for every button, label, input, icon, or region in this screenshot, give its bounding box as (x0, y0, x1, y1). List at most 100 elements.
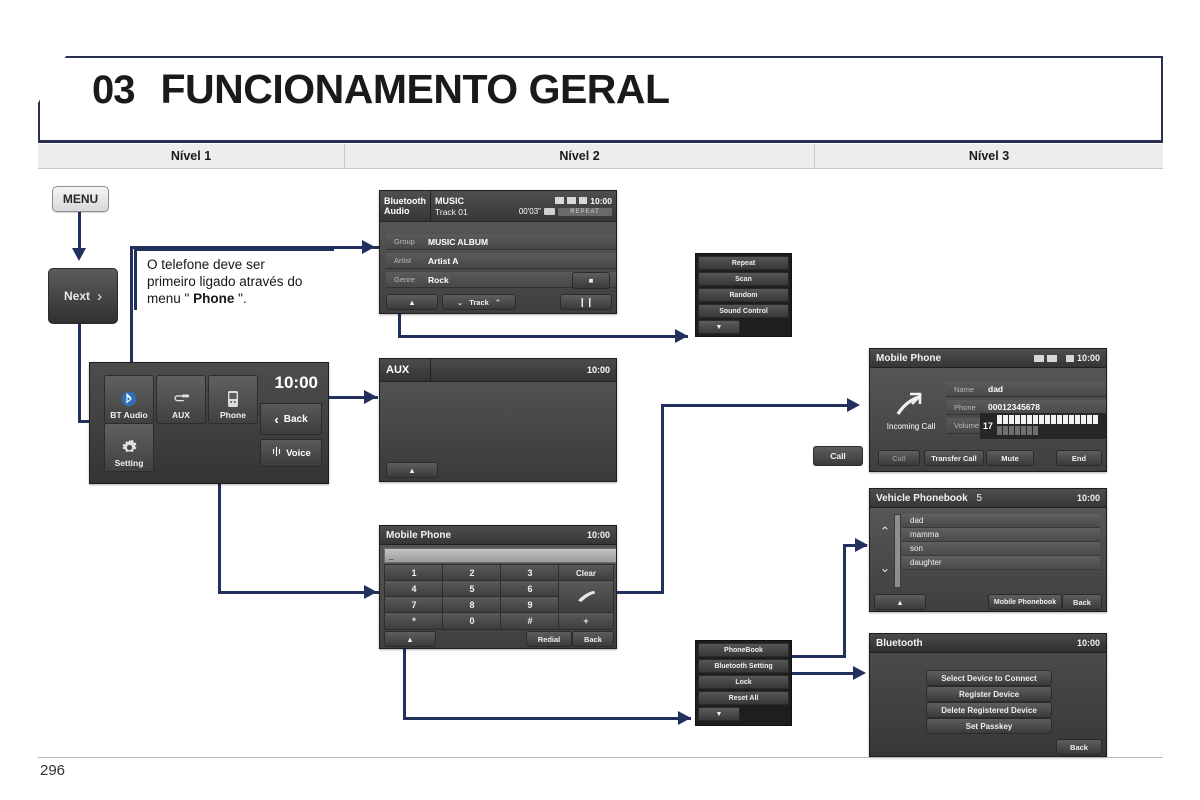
back-button[interactable]: ‹ Back (260, 403, 322, 435)
phonebook-scroll-controls[interactable]: ⌃ ⌄ (874, 514, 896, 586)
volume-segment (1003, 415, 1008, 424)
redial-button[interactable]: Redial (526, 631, 572, 647)
bluetooth-back-button[interactable]: Back (1056, 739, 1102, 755)
volume-value: 17 (983, 421, 993, 431)
dialpad-title: Mobile Phone (386, 530, 451, 541)
note-line-2: primeiro ligado através do (147, 274, 326, 291)
bluetooth-icon (120, 390, 138, 408)
stop-button[interactable]: ■ (572, 272, 610, 289)
source-label-line1: Bluetooth (384, 196, 430, 206)
next-button-label: Next (64, 289, 90, 303)
phonebook-up-arrow-button[interactable]: ▲ (874, 594, 926, 610)
row-group-label: Group (394, 237, 428, 246)
connector-menu-to-next (78, 208, 81, 250)
connector-phonebook-up (843, 544, 846, 658)
connector-dialpad-down (403, 646, 406, 720)
volume-segment (1039, 415, 1044, 424)
voice-button[interactable]: Voice (260, 439, 322, 467)
battery-icon (579, 197, 587, 204)
incoming-call-phone-label: Phone (954, 403, 988, 412)
voice-icon (271, 446, 282, 460)
signal-icon (555, 197, 564, 204)
tile-bt-audio[interactable]: BT Audio (104, 375, 154, 424)
volume-segment (1003, 426, 1008, 435)
list-item[interactable]: daughter (902, 556, 1100, 570)
menu-button[interactable]: MENU (52, 186, 109, 212)
select-device-to-connect-button[interactable]: Select Device to Connect (926, 670, 1052, 686)
volume-segment (1009, 426, 1014, 435)
connector-home-up (130, 246, 133, 381)
volume-segment (1081, 415, 1086, 424)
track-title: MUSIC (435, 196, 464, 206)
register-device-button[interactable]: Register Device (926, 686, 1052, 702)
delete-registered-device-button[interactable]: Delete Registered Device (926, 702, 1052, 718)
menu-item-sound-control[interactable]: Sound Control (698, 304, 789, 318)
aux-up-arrow-button[interactable]: ▲ (386, 462, 438, 478)
phonebook-title-group: Vehicle Phonebook 5 (876, 493, 982, 504)
menu-item-lock[interactable]: Lock (698, 675, 789, 689)
mute-button[interactable]: Mute (986, 450, 1034, 466)
note-line-1: O telefone deve ser (147, 257, 326, 274)
track-control[interactable]: ⌄ Track ⌃ (442, 294, 516, 310)
key-hash[interactable]: # (500, 612, 560, 630)
menu-item-scan[interactable]: Scan (698, 272, 789, 286)
flow-diagram: MENU Next › O telefone deve ser primeiro… (0, 168, 1200, 768)
set-passkey-button[interactable]: Set Passkey (926, 718, 1052, 734)
up-arrow-button[interactable]: ▲ (386, 294, 438, 310)
pause-button[interactable]: ❙❙ (560, 294, 612, 310)
scroll-down-icon[interactable]: ⌄ (880, 560, 891, 576)
incoming-call-title: Mobile Phone (876, 353, 941, 364)
call-button[interactable]: Call (813, 446, 863, 466)
mobile-phonebook-button[interactable]: Mobile Phonebook (988, 594, 1062, 610)
list-item[interactable]: son (902, 542, 1100, 556)
menu-item-repeat[interactable]: Repeat (698, 256, 789, 270)
track-next-icon[interactable]: ⌃ (495, 298, 501, 307)
row-genre-label: Genre (394, 275, 428, 284)
aux-source-label: AUX (380, 359, 431, 381)
key-0[interactable]: 0 (442, 612, 502, 630)
phonebook-back-button[interactable]: Back (1062, 594, 1102, 610)
battery-icon (1066, 355, 1074, 362)
next-button[interactable]: Next › (48, 268, 118, 324)
call-key[interactable] (558, 580, 614, 614)
screen-vehicle-phonebook: Vehicle Phonebook 5 10:00 ⌃ ⌄ dad mamma … (869, 488, 1107, 612)
dialpad-input[interactable]: _ (384, 548, 617, 563)
phonebook-clock: 10:00 (1077, 493, 1100, 503)
key-plus[interactable]: + (558, 612, 614, 630)
dialpad-title-bar: Mobile Phone 10:00 (380, 526, 616, 545)
phonebook-count: 5 (976, 493, 982, 504)
menu-item-reset-all[interactable]: Reset All (698, 691, 789, 705)
track-prev-icon[interactable]: ⌄ (457, 298, 463, 307)
bluetooth-title-bar: Bluetooth 10:00 (870, 634, 1106, 653)
connector-home-to-dialpad (218, 591, 380, 594)
menu-item-bluetooth-setting[interactable]: Bluetooth Setting (698, 659, 789, 673)
arrowhead-home-to-btaudio (362, 240, 375, 254)
menu-item-phonebook[interactable]: PhoneBook (698, 643, 789, 657)
incoming-call-name-value: dad (988, 384, 1003, 394)
dialpad-back-button[interactable]: Back (572, 631, 614, 647)
tile-aux[interactable]: AUX (156, 375, 206, 424)
column-header-level-1: Nível 1 (38, 144, 345, 168)
dialpad-up-arrow-button[interactable]: ▲ (384, 631, 436, 647)
menu-scroll-down-button[interactable]: ▼ (698, 320, 740, 334)
tile-setting[interactable]: Setting (104, 423, 154, 472)
tile-phone[interactable]: Phone (208, 375, 258, 424)
scroll-up-icon[interactable]: ⌃ (880, 524, 891, 540)
tile-setting-label: Setting (115, 458, 144, 468)
volume-meter[interactable] (997, 415, 1103, 437)
volume-segment (1075, 415, 1080, 424)
volume-segment (1027, 415, 1032, 424)
source-label-line2: Audio (384, 206, 430, 216)
note-callout: O telefone deve ser primeiro ligado atra… (134, 248, 334, 310)
list-item[interactable]: dad (902, 514, 1100, 528)
transfer-call-button[interactable]: Transfer Call (924, 450, 984, 466)
incoming-call-call-button[interactable]: Call (878, 450, 920, 466)
menu-item-random[interactable]: Random (698, 288, 789, 302)
settings-menu-scroll-down-button[interactable]: ▼ (698, 707, 740, 721)
phonebook-scrollbar[interactable] (894, 514, 901, 588)
list-item[interactable]: mamma (902, 528, 1100, 542)
end-call-button[interactable]: End (1056, 450, 1102, 466)
key-star[interactable]: * (384, 612, 444, 630)
bluetooth-title: Bluetooth (876, 638, 923, 649)
phonebook-title-bar: Vehicle Phonebook 5 10:00 (870, 489, 1106, 508)
